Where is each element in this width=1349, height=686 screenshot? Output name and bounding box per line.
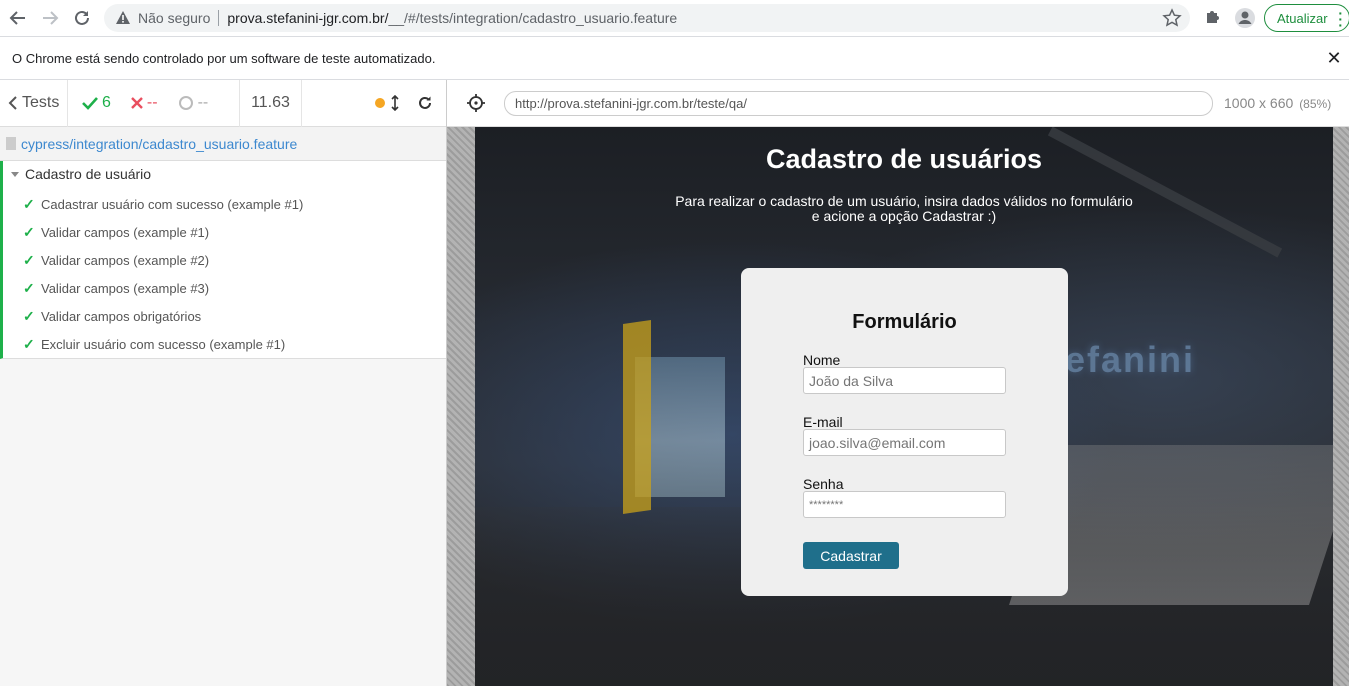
- pending-stat: --: [178, 94, 209, 112]
- aut-url-field[interactable]: http://prova.stefanini-jgr.com.br/teste/…: [504, 91, 1213, 116]
- passed-count: 6: [102, 94, 111, 111]
- url-host: prova.stefanini-jgr.com.br/: [227, 10, 389, 26]
- aut-frame: efanini Cadastro de usuários Para realiz…: [447, 127, 1349, 686]
- name-input[interactable]: João da Silva: [803, 367, 1006, 394]
- update-button[interactable]: Atualizar · · ·: [1264, 4, 1349, 32]
- viewport-size: 1000 x 660: [1224, 95, 1294, 111]
- passed-stat: 6: [82, 94, 111, 112]
- bookmark-star-icon[interactable]: [1162, 8, 1182, 28]
- selector-playground-icon[interactable]: [467, 94, 485, 112]
- warning-icon[interactable]: [114, 9, 132, 27]
- file-icon: [6, 137, 16, 150]
- spec-path-label: cypress/integration/cadastro_usuario.fea…: [21, 135, 298, 152]
- test-title: Cadastrar usuário com sucesso (example #…: [41, 196, 304, 212]
- password-label: Senha: [803, 476, 844, 492]
- name-label: Nome: [803, 352, 841, 368]
- test-stats: 6 -- --: [68, 79, 240, 127]
- forward-arrow-icon[interactable]: [38, 6, 62, 30]
- circle-notch-icon: [178, 96, 193, 110]
- test-list: Cadastro de usuário ✓ Cadastrar usuário …: [0, 161, 447, 359]
- omnibox-divider: [218, 10, 220, 26]
- profile-avatar-icon[interactable]: [1234, 7, 1256, 29]
- subtitle-line-1: Para realizar o cadastro de um usuário, …: [675, 193, 1133, 209]
- tests-back-button[interactable]: Tests: [0, 79, 68, 127]
- more-menu-icon[interactable]: · · ·: [1338, 6, 1343, 32]
- url-path: __/#/tests/integration/cadastro_usuario.…: [388, 10, 678, 26]
- infobar-message: O Chrome está sendo controlado por um so…: [12, 50, 436, 66]
- test-item[interactable]: ✓ Validar campos (example #2): [23, 250, 209, 270]
- x-icon: [131, 97, 143, 109]
- caret-down-icon: [11, 171, 19, 177]
- chevron-left-icon: [8, 96, 17, 110]
- check-icon: ✓: [23, 335, 35, 352]
- duration: 11.63: [240, 79, 302, 127]
- viewport-info[interactable]: 1000 x 660 (85%): [1224, 95, 1331, 111]
- app-page: efanini Cadastro de usuários Para realiz…: [475, 127, 1333, 686]
- background-yellow-panel: [623, 320, 651, 514]
- page-title: Cadastro de usuários: [765, 144, 1043, 174]
- suite-title[interactable]: Cadastro de usuário: [11, 166, 151, 182]
- extensions-puzzle-icon[interactable]: [1203, 7, 1225, 29]
- email-label: E-mail: [803, 414, 843, 430]
- address-bar[interactable]: Não seguro prova.stefanini-jgr.com.br/ _…: [104, 4, 1190, 32]
- form-title: Formulário: [852, 311, 957, 333]
- test-title: Excluir usuário com sucesso (example #1): [41, 336, 286, 352]
- check-icon: ✓: [23, 307, 35, 324]
- reporter-header: Tests 6 -- -- 11.63: [0, 79, 447, 127]
- test-title: Validar campos obrigatórios: [41, 308, 202, 324]
- check-icon: ✓: [23, 223, 35, 240]
- close-icon[interactable]: ✕: [1325, 49, 1343, 67]
- security-label: Não seguro: [138, 10, 211, 26]
- auto-scroll-toggle[interactable]: [375, 95, 399, 111]
- reporter-controls: [302, 80, 447, 127]
- email-input[interactable]: joao.silva@email.com: [803, 429, 1006, 456]
- automation-infobar: O Chrome está sendo controlado por um so…: [0, 36, 1349, 80]
- check-icon: ✓: [23, 251, 35, 268]
- test-title: Validar campos (example #3): [41, 280, 210, 296]
- reporter-empty-area: [0, 359, 447, 686]
- check-icon: ✓: [23, 279, 35, 296]
- subtitle-line-2: e acione a opção Cadastrar :): [811, 208, 997, 224]
- tests-label: Tests: [22, 94, 60, 111]
- test-item[interactable]: ✓ Excluir usuário com sucesso (example #…: [23, 334, 285, 354]
- suite-title-label: Cadastro de usuário: [25, 166, 152, 182]
- password-input[interactable]: ********: [803, 491, 1006, 518]
- update-label: Atualizar: [1277, 10, 1328, 26]
- aut-header: http://prova.stefanini-jgr.com.br/teste/…: [447, 80, 1349, 127]
- failed-count: --: [146, 94, 158, 111]
- scroll-arrows-icon: [391, 95, 399, 111]
- password-placeholder: ********: [809, 498, 844, 511]
- pending-count: --: [197, 94, 209, 111]
- status-dot-icon: [375, 98, 385, 108]
- test-item[interactable]: ✓ Validar campos obrigatórios: [23, 306, 201, 326]
- failed-stat: --: [131, 94, 158, 112]
- check-icon: ✓: [23, 195, 35, 212]
- registration-form: Formulário Nome João da Silva E-mail joa…: [741, 268, 1068, 596]
- submit-button[interactable]: Cadastrar: [803, 542, 899, 569]
- background-logo-sign: efanini: [1065, 339, 1196, 380]
- back-arrow-icon[interactable]: [6, 6, 30, 30]
- page-subtitle: Para realizar o cadastro de um usuário, …: [475, 194, 1333, 224]
- browser-toolbar: Não seguro prova.stefanini-jgr.com.br/ _…: [0, 0, 1349, 36]
- test-item[interactable]: ✓ Validar campos (example #3): [23, 278, 209, 298]
- spec-file-path[interactable]: cypress/integration/cadastro_usuario.fea…: [0, 127, 447, 161]
- rerun-icon[interactable]: [417, 95, 433, 111]
- email-placeholder: joao.silva@email.com: [809, 434, 946, 451]
- viewport-scale: (85%): [1299, 97, 1332, 111]
- test-item[interactable]: ✓ Cadastrar usuário com sucesso (example…: [23, 194, 303, 214]
- test-title: Validar campos (example #2): [41, 252, 210, 268]
- test-title: Validar campos (example #1): [41, 224, 210, 240]
- name-placeholder: João da Silva: [809, 372, 894, 389]
- check-icon: [82, 97, 98, 110]
- test-item[interactable]: ✓ Validar campos (example #1): [23, 222, 209, 242]
- reload-icon[interactable]: [70, 6, 94, 30]
